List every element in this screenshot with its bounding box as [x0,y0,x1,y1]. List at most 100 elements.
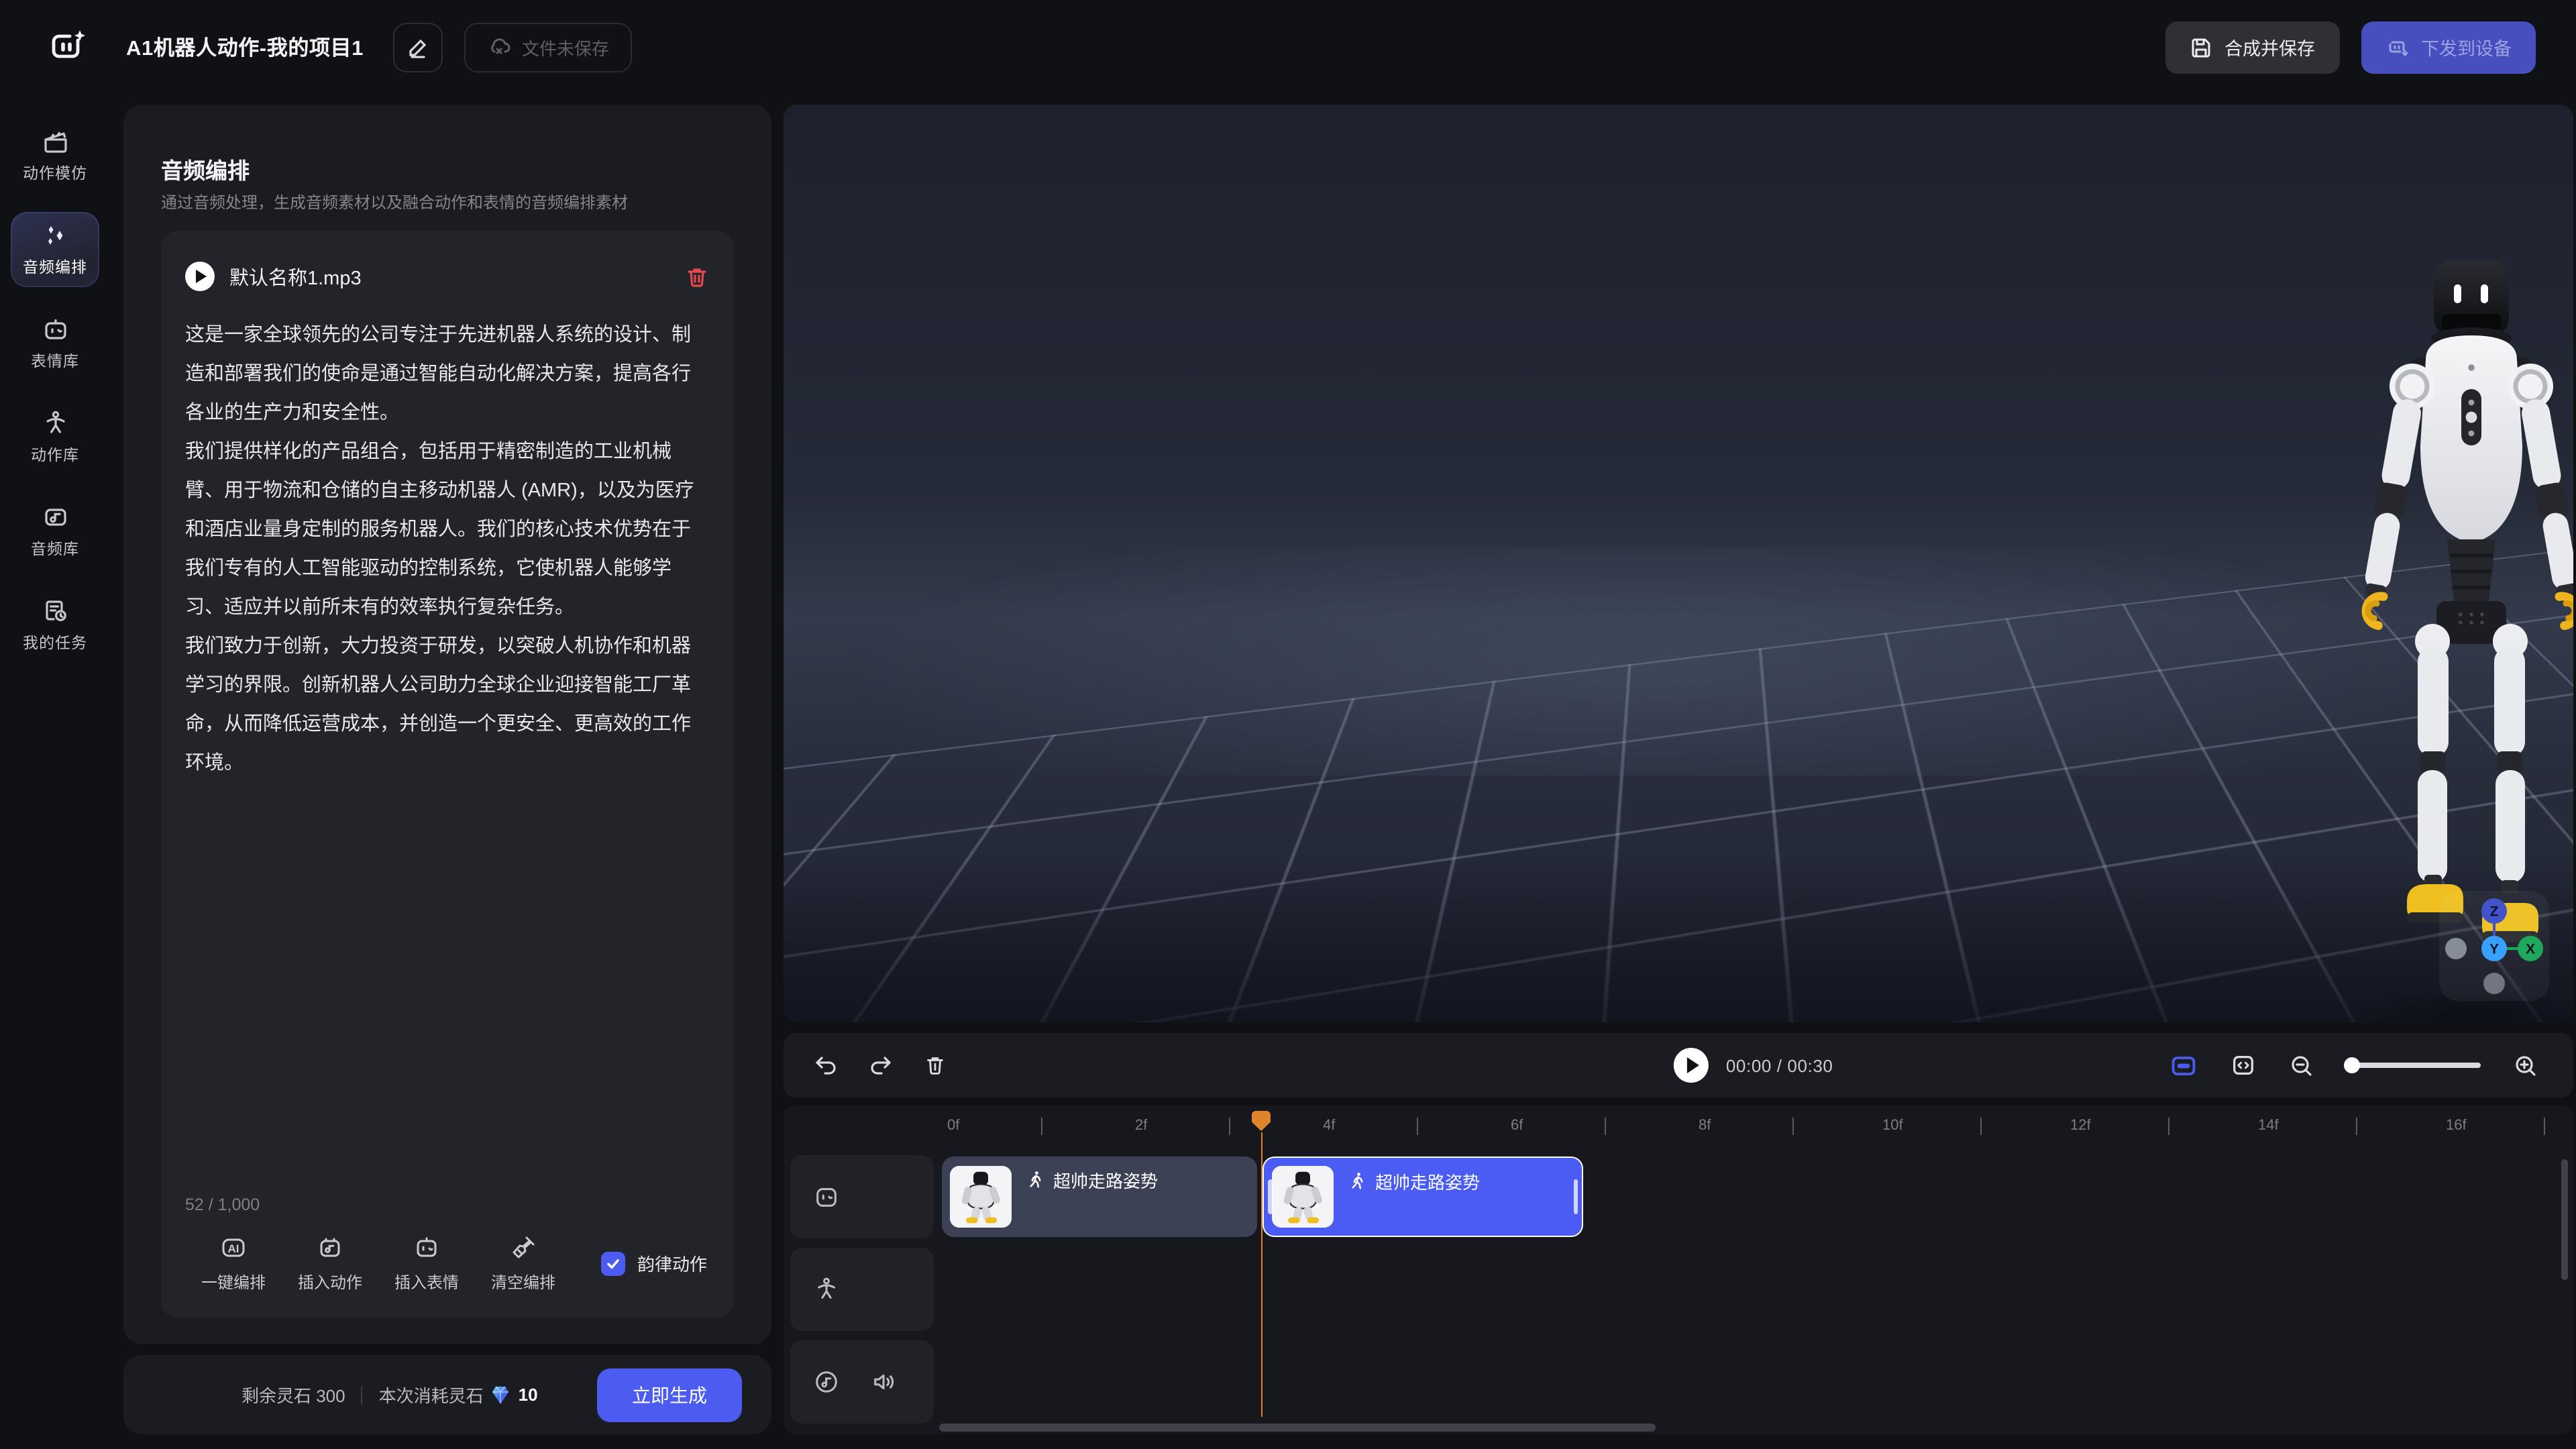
sidebar-item-expression-library[interactable]: 表情库 [11,306,99,381]
gizmo-z-axis[interactable]: Z [2481,898,2507,924]
unsaved-status-button[interactable]: 文件未保存 [464,22,632,72]
sidebar-label: 音频编排 [23,256,87,278]
playhead-handle[interactable] [1252,1111,1271,1131]
sidebar-label: 动作库 [31,444,79,466]
tasks-icon [41,597,69,625]
clip-thumbnail [1272,1166,1334,1228]
speaker-icon[interactable] [871,1368,898,1395]
robot-face-icon [813,1183,840,1210]
motion-clip-2-selected[interactable]: 超帅走路姿势 [1263,1157,1583,1237]
sidebar-item-motion-library[interactable]: 动作库 [11,400,99,475]
track-header-expression[interactable] [790,1155,934,1238]
pencil-icon [407,36,429,58]
slider-thumb[interactable] [2344,1057,2360,1073]
ruler-tick [2544,1118,2545,1135]
snap-toggle-button[interactable] [2169,1051,2198,1079]
sidebar-item-audio-library[interactable]: 音频库 [11,494,99,569]
sidebar-label: 表情库 [31,350,79,372]
save-label: 合成并保存 [2224,34,2315,60]
audio-file-row: 默认名称1.mp3 [185,250,710,303]
deploy-label: 下发到设备 [2421,34,2512,60]
gizmo-y-axis[interactable]: Y [2481,936,2507,961]
undo-button[interactable] [813,1053,839,1078]
playback-control-bar: 00:00 / 00:30 [784,1033,2573,1097]
svg-text:Y: Y [2489,942,2499,957]
remaining-gems-label: 剩余灵石 300 [241,1382,345,1407]
unsaved-label: 文件未保存 [522,34,609,60]
music-library-icon [41,503,69,531]
one-click-arrange-button[interactable]: AI 一键编排 [185,1233,282,1293]
clip-trim-handle-right[interactable] [1573,1179,1578,1214]
rhythm-motion-toggle[interactable]: 韵律动作 [601,1250,707,1276]
gizmo-neg-z[interactable] [2483,973,2505,994]
robot-download-icon [2385,35,2409,59]
ruler-label: 16f [2446,1118,2467,1134]
robot-face-icon [41,315,69,343]
play-button[interactable] [1674,1048,1709,1083]
motion-clip-1[interactable]: 超帅走路姿势 [942,1157,1257,1237]
clear-arrangement-button[interactable]: 清空编排 [475,1233,572,1293]
time-display: 00:00 / 00:30 [1726,1055,1833,1075]
orientation-gizmo[interactable]: Z Y X [2436,888,2552,1004]
insert-expression-icon [412,1233,441,1263]
ruler-tick [1417,1118,1418,1135]
timeline-zoom-slider[interactable] [2347,1063,2481,1068]
generate-now-button[interactable]: 立即生成 [597,1368,742,1421]
ruler-tick [1605,1118,1606,1135]
divider [362,1385,363,1404]
checkbox-checked-icon[interactable] [601,1251,625,1275]
deploy-button[interactable]: 下发到设备 [2361,21,2536,73]
sidebar-item-my-tasks[interactable]: 我的任务 [11,588,99,663]
ruler-label: 8f [1699,1118,1711,1134]
sparkles-icon [41,221,69,250]
ruler-tick [1041,1118,1042,1135]
viewport-3d[interactable]: Z Y X [784,105,2573,1022]
cost-label: 本次消耗灵石 [379,1382,484,1407]
script-text[interactable]: 这是一家全球领先的公司专注于先进机器人系统的设计、制造和部署我们的使命是通过智能… [185,317,710,784]
rename-button[interactable] [393,22,443,72]
ruler-label: 2f [1135,1118,1147,1134]
fit-timeline-button[interactable] [2230,1052,2257,1079]
insert-expression-button[interactable]: 插入表情 [378,1233,475,1293]
audio-play-button[interactable] [185,262,215,291]
app-logo-icon [48,27,89,67]
music-circle-icon [813,1368,840,1395]
timeline-horizontal-scrollbar[interactable] [939,1424,1656,1432]
sidebar-label: 音频库 [31,538,79,559]
delete-audio-icon[interactable] [684,264,710,289]
ruler-label: 0f [947,1118,959,1134]
ruler-tick [1980,1118,1982,1135]
rhythm-label: 韵律动作 [637,1250,707,1276]
script-paragraph: 这是一家全球领先的公司专注于先进机器人系统的设计、制造和部署我们的使命是通过智能… [185,317,710,433]
panel-subtitle: 通过音频处理，生成音频素材以及融合动作和表情的音频编排素材 [161,191,628,213]
insert-motion-button[interactable]: 插入动作 [282,1233,378,1293]
clip-trim-handle-left[interactable] [1268,1179,1273,1214]
sidebar-label: 动作模仿 [23,162,87,184]
sidebar-item-audio-arrange[interactable]: 音频编排 [11,212,99,287]
timeline-vertical-scrollbar[interactable] [2561,1159,2568,1280]
gizmo-neg-x[interactable] [2445,938,2467,959]
delete-clip-button[interactable] [923,1053,947,1077]
sidebar: 动作模仿 音频编排 表情库 [0,94,110,663]
clapperboard-icon [41,127,69,156]
track-header-audio[interactable] [790,1340,934,1424]
svg-text:AI: AI [228,1242,239,1255]
char-count: 52 / 1,000 [185,1195,710,1214]
track-header-motion[interactable] [790,1248,934,1331]
sidebar-item-motion-mimic[interactable]: 动作模仿 [11,118,99,193]
ruler-tick [1792,1118,1794,1135]
playhead-line[interactable] [1260,1132,1263,1417]
zoom-in-icon[interactable] [2513,1053,2538,1078]
save-icon [2190,36,2212,58]
person-icon [41,409,69,437]
timeline[interactable]: 0f 2f 4f 6f 8f 10f 12f 14f 16f [784,1106,2573,1434]
save-button[interactable]: 合成并保存 [2165,21,2339,73]
generate-footer: 剩余灵石 300 本次消耗灵石 10 立即生成 [123,1355,771,1434]
gizmo-x-axis[interactable]: X [2518,936,2543,961]
top-bar: A1机器人动作-我的项目1 文件未保存 [0,0,2576,94]
clip-label: 超帅走路姿势 [1053,1167,1158,1193]
audio-file-name: 默认名称1.mp3 [229,262,362,290]
zoom-out-icon[interactable] [2289,1053,2314,1078]
redo-button[interactable] [868,1053,894,1078]
sidebar-label: 我的任务 [23,632,87,653]
